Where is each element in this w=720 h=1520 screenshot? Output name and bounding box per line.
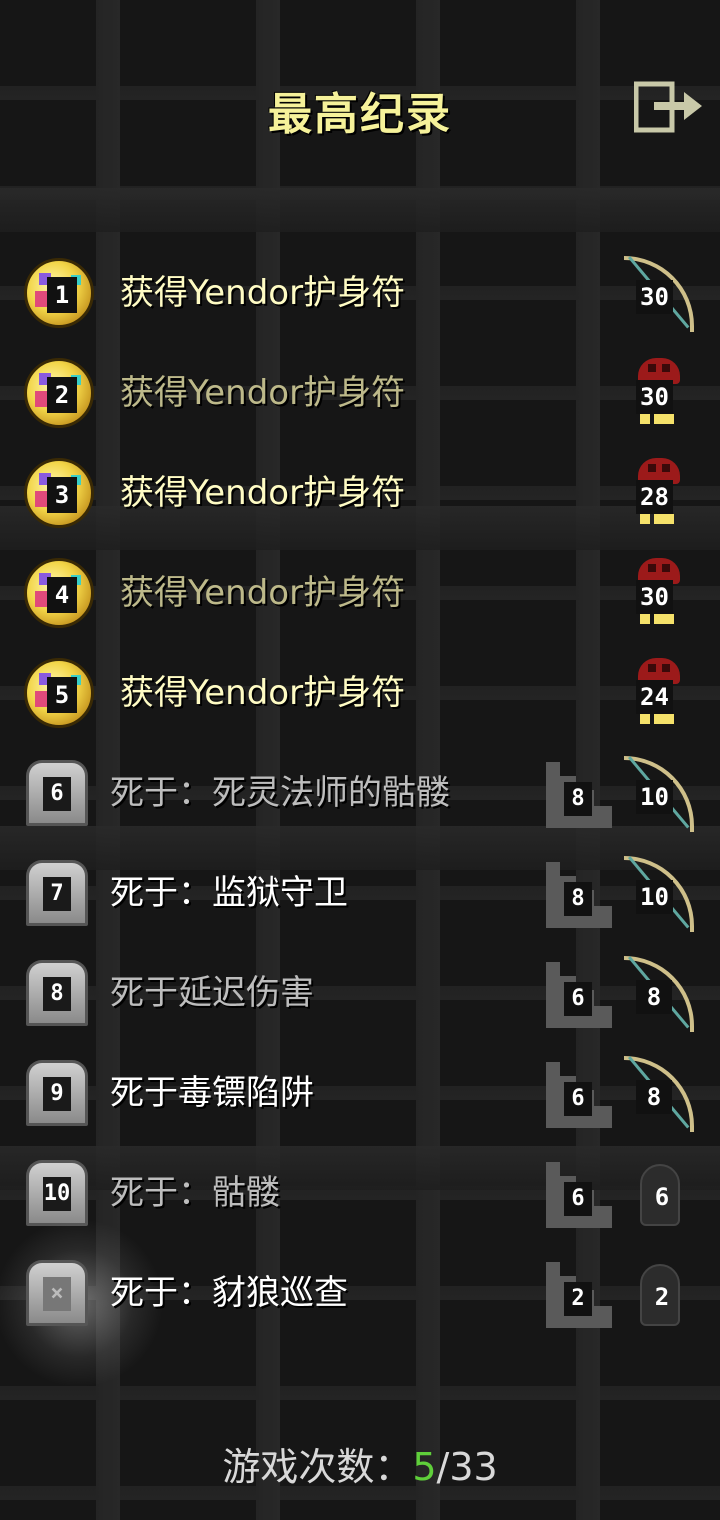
depth-stairs-icon: 6	[546, 962, 612, 1028]
depth-number: 2	[564, 1282, 592, 1316]
rank-number: 5	[47, 677, 77, 713]
bow-icon: 30	[622, 256, 696, 336]
record-description: 获得Yendor护身符	[120, 473, 406, 513]
record-description: 获得Yendor护身符	[120, 673, 406, 713]
bow-icon: 10	[622, 856, 696, 936]
rank-number: 3	[47, 477, 77, 513]
page-title: 最高纪录	[268, 89, 452, 140]
amulet-medal-icon: 1	[24, 258, 96, 330]
record-row[interactable]: 7 死于：监狱守卫 8 10	[0, 844, 720, 944]
record-description: 死于延迟伤害	[110, 973, 314, 1013]
depth-stairs-icon: 8	[546, 762, 612, 828]
depth-stairs-icon: 6	[546, 1062, 612, 1128]
red-hood-icon: 30	[622, 356, 696, 436]
bow-icon: 8	[622, 1056, 696, 1136]
record-row[interactable]: 2 获得Yendor护身符 30	[0, 344, 720, 444]
hero-level-number: 2	[654, 1283, 670, 1311]
rank-number: 8	[43, 977, 71, 1011]
record-row[interactable]: 1 获得Yendor护身符 30	[0, 244, 720, 344]
tombstone-icon: ×	[0, 1218, 164, 1388]
record-row[interactable]: 9 死于毒镖陷阱 6 8	[0, 1044, 720, 1144]
hero-level-number: 8	[636, 980, 672, 1014]
depth-number: 6	[564, 982, 592, 1016]
depth-stairs-icon: 2	[546, 1262, 612, 1328]
rank-number: 7	[43, 877, 71, 911]
hero-level-number: 6	[654, 1183, 670, 1211]
hero-level-number: 10	[636, 880, 673, 914]
amulet-medal-icon: 2	[24, 358, 96, 430]
rank-number: 1	[47, 277, 77, 313]
depth-stairs-icon: 6	[546, 1162, 612, 1228]
tombstone-icon: 7	[24, 858, 96, 930]
rank-number: 6	[43, 777, 71, 811]
tombstone-icon: 6	[24, 758, 96, 830]
games-won-count: 5	[412, 1445, 437, 1489]
games-total-count: /33	[436, 1445, 498, 1489]
amulet-medal-icon: 3	[24, 458, 96, 530]
rank-number: 9	[43, 1077, 71, 1111]
ghost-icon: 6	[622, 1156, 696, 1236]
hero-level-number: 30	[636, 280, 673, 314]
red-hood-icon: 30	[622, 556, 696, 636]
hero-level-number: 8	[636, 1080, 672, 1114]
record-row[interactable]: 6 死于：死灵法师的骷髅 8 10	[0, 744, 720, 844]
exit-icon[interactable]	[634, 80, 704, 134]
amulet-medal-icon: 4	[24, 558, 96, 630]
record-description: 死于毒镖陷阱	[110, 1073, 314, 1113]
rank-number: 4	[47, 577, 77, 613]
record-row[interactable]: 5 获得Yendor护身符 24	[0, 644, 720, 744]
ghost-icon: 2	[622, 1256, 696, 1336]
hero-level-number: 30	[636, 580, 673, 614]
tombstone-icon: 9	[24, 1058, 96, 1130]
depth-number: 6	[564, 1082, 592, 1116]
hero-level-number: 24	[636, 680, 673, 714]
record-description: 获得Yendor护身符	[120, 373, 406, 413]
depth-number: 8	[564, 782, 592, 816]
rank-number: ×	[43, 1277, 71, 1311]
record-description: 死于：死灵法师的骷髅	[110, 773, 450, 813]
red-hood-icon: 24	[622, 656, 696, 736]
record-description: 获得Yendor护身符	[120, 573, 406, 613]
record-row[interactable]: × 死于：豺狼巡查 2 2	[0, 1218, 720, 1388]
record-row[interactable]: 8 死于延迟伤害 6 8	[0, 944, 720, 1044]
rank-number: 10	[43, 1177, 71, 1211]
record-description: 获得Yendor护身符	[120, 273, 406, 313]
bow-icon: 8	[622, 956, 696, 1036]
record-description: 死于：监狱守卫	[110, 873, 348, 913]
rank-number: 2	[47, 377, 77, 413]
tombstone-icon: 8	[24, 958, 96, 1030]
red-hood-icon: 28	[622, 456, 696, 536]
games-played-label: 游戏次数：	[222, 1445, 413, 1489]
hero-level-number: 10	[636, 780, 673, 814]
record-row[interactable]: 3 获得Yendor护身符 28	[0, 444, 720, 544]
hero-level-number: 30	[636, 380, 673, 414]
bow-icon: 10	[622, 756, 696, 836]
record-description: 死于：豺狼巡查	[110, 1273, 348, 1313]
depth-number: 6	[564, 1182, 592, 1216]
record-description: 死于：骷髅	[110, 1173, 280, 1213]
depth-stairs-icon: 8	[546, 862, 612, 928]
hero-level-number: 28	[636, 480, 673, 514]
wall-ledge	[0, 188, 720, 232]
amulet-medal-icon: 5	[24, 658, 96, 730]
depth-number: 8	[564, 882, 592, 916]
record-row[interactable]: 4 获得Yendor护身符 30	[0, 544, 720, 644]
games-played-counter: 游戏次数：5/33	[0, 1440, 720, 1494]
